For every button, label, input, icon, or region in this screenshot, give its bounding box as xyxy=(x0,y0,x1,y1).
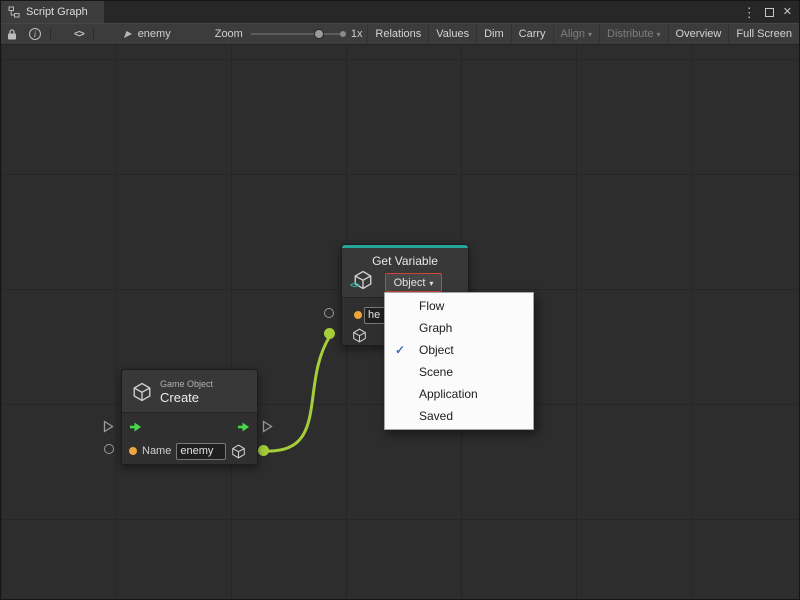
current-variable: enemy xyxy=(123,28,171,40)
lock-button[interactable] xyxy=(1,24,23,44)
name-input[interactable] xyxy=(176,443,226,460)
create-node-titles: Game Object Create xyxy=(160,379,213,405)
toolbar-buttons: Relations Values Dim Carry Align ▾ Distr… xyxy=(367,24,799,44)
create-flow-input-port[interactable] xyxy=(103,420,114,433)
code-icon: <> xyxy=(74,29,84,40)
maximize-icon[interactable] xyxy=(765,8,774,17)
window-controls: ⋮ ✕ xyxy=(743,1,799,23)
graph-canvas[interactable]: Game Object Create Name xyxy=(1,45,799,599)
variable-scope-value: Object xyxy=(394,277,426,289)
variable-name-label: enemy xyxy=(138,28,171,40)
node-category: Game Object xyxy=(160,379,213,389)
chevron-down-icon: ▾ xyxy=(429,279,433,288)
create-node-header: Game Object Create xyxy=(122,370,257,412)
script-graph-icon xyxy=(8,6,20,18)
flow-output-arrow-icon[interactable] xyxy=(237,421,250,433)
create-object-output-port[interactable] xyxy=(258,445,269,456)
variable-icon xyxy=(123,29,133,39)
variable-scope-dropdown[interactable]: Object ▾ xyxy=(385,273,442,292)
fallback-object-cube-icon[interactable] xyxy=(352,328,367,343)
script-graph-window: Script Graph ⋮ ✕ i <> enemy Zoom xyxy=(0,0,800,600)
menu-item-application[interactable]: Application xyxy=(385,383,533,405)
title-bar: Script Graph ⋮ ✕ xyxy=(1,1,799,23)
zoom-slider-end xyxy=(340,31,346,37)
close-icon[interactable]: ✕ xyxy=(783,7,792,18)
create-game-object-node[interactable]: Game Object Create Name xyxy=(121,369,258,465)
toolbar-separator xyxy=(93,28,94,41)
menu-item-flow[interactable]: Flow xyxy=(385,295,533,317)
tab-title: Script Graph xyxy=(26,6,88,18)
create-flow-output-port[interactable] xyxy=(262,420,273,433)
zoom-label: Zoom xyxy=(215,28,243,40)
menu-item-saved[interactable]: Saved xyxy=(385,405,533,427)
getvariable-name-input-port[interactable] xyxy=(324,308,334,318)
zoom-slider[interactable] xyxy=(251,23,343,45)
chevron-down-icon: ▾ xyxy=(657,30,661,39)
create-name-input-port[interactable] xyxy=(104,444,114,454)
align-button[interactable]: Align ▾ xyxy=(553,24,599,44)
chevron-down-icon: ▾ xyxy=(588,30,592,39)
values-button[interactable]: Values xyxy=(428,24,476,44)
code-preview-button[interactable]: <> xyxy=(68,24,90,44)
variable-code-icon: <> xyxy=(350,280,359,290)
tab-script-graph[interactable]: Script Graph xyxy=(1,1,104,23)
menu-item-scene[interactable]: Scene xyxy=(385,361,533,383)
wire-path[interactable] xyxy=(264,336,330,451)
variable-name-port-icon[interactable] xyxy=(354,311,362,319)
name-port-label: Name xyxy=(142,445,171,457)
flow-input-arrow-icon[interactable] xyxy=(129,421,142,433)
graph-toolbar: i <> enemy Zoom 1x Relations Values Dim … xyxy=(1,23,799,45)
game-object-cube-icon xyxy=(132,382,152,402)
fullscreen-button[interactable]: Full Screen xyxy=(728,24,799,44)
info-button[interactable]: i xyxy=(23,24,47,44)
getvariable-object-input-port[interactable] xyxy=(324,328,335,339)
info-icon: i xyxy=(29,28,41,40)
node-accent-bar xyxy=(342,245,468,248)
name-port-row: Name xyxy=(122,439,257,463)
name-value-port-icon[interactable] xyxy=(129,447,137,455)
carry-button[interactable]: Carry xyxy=(511,24,553,44)
menu-item-object[interactable]: ✓ Object xyxy=(385,339,533,361)
zoom-value[interactable]: 1x xyxy=(351,28,363,40)
node-title: Get Variable xyxy=(342,254,468,268)
distribute-button[interactable]: Distribute ▾ xyxy=(599,24,667,44)
zoom-slider-track[interactable] xyxy=(251,33,343,35)
check-icon: ✓ xyxy=(395,343,409,357)
flow-port-row xyxy=(122,415,257,439)
toolbar-separator xyxy=(50,28,51,41)
output-object-cube-icon[interactable] xyxy=(231,444,246,459)
lock-icon xyxy=(7,28,17,40)
window-menu-icon[interactable]: ⋮ xyxy=(743,6,756,19)
zoom-slider-handle[interactable] xyxy=(314,29,324,39)
overview-button[interactable]: Overview xyxy=(668,24,729,44)
menu-item-graph[interactable]: Graph xyxy=(385,317,533,339)
create-node-body: Name xyxy=(122,412,257,464)
node-title: Create xyxy=(160,390,213,405)
variable-kind-menu: Flow Graph ✓ Object Scene Application Sa… xyxy=(384,292,534,430)
dim-button[interactable]: Dim xyxy=(476,24,511,44)
relations-button[interactable]: Relations xyxy=(367,24,428,44)
